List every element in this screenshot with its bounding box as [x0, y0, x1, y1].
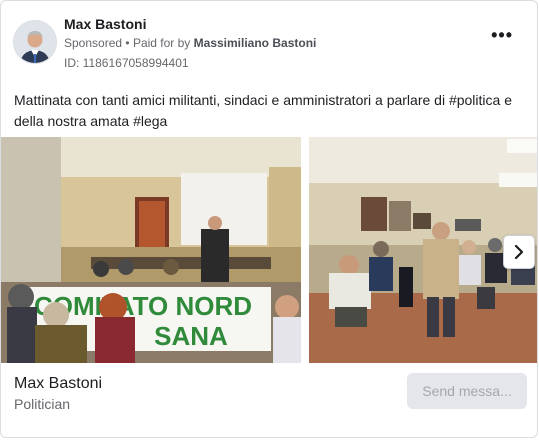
photo-meeting-hall: COMITATO NORD SANA	[1, 137, 301, 363]
ad-id: ID: 1186167058994401	[64, 56, 189, 70]
advertiser-name[interactable]: Max Bastoni	[64, 16, 146, 32]
ad-body-text: Mattinata con tanti amici militanti, sin…	[14, 92, 512, 129]
carousel-image-1[interactable]: COMITATO NORD SANA	[1, 137, 301, 363]
paid-for-prefix: Paid for by	[132, 36, 191, 50]
avatar-photo	[14, 21, 56, 63]
footer-page-name[interactable]: Max Bastoni	[14, 375, 102, 393]
banner-line-2: SANA	[154, 321, 228, 351]
send-message-button[interactable]: Send messa...	[407, 373, 527, 409]
carousel-next-button[interactable]	[503, 235, 535, 269]
paid-for-name: Massimiliano Bastoni	[193, 36, 317, 50]
separator-dot: •	[125, 36, 133, 50]
ad-card: Max Bastoni Sponsored • Paid for by Mass…	[0, 0, 538, 438]
sponsored-line: Sponsored • Paid for by Massimiliano Bas…	[64, 36, 316, 50]
more-options-icon[interactable]: •••	[491, 26, 513, 44]
chevron-right-icon	[514, 245, 524, 259]
footer-page-category: Politician	[14, 396, 71, 412]
sponsored-label: Sponsored	[64, 36, 123, 50]
image-carousel[interactable]: COMITATO NORD SANA	[1, 137, 537, 363]
advertiser-avatar[interactable]	[13, 20, 57, 64]
